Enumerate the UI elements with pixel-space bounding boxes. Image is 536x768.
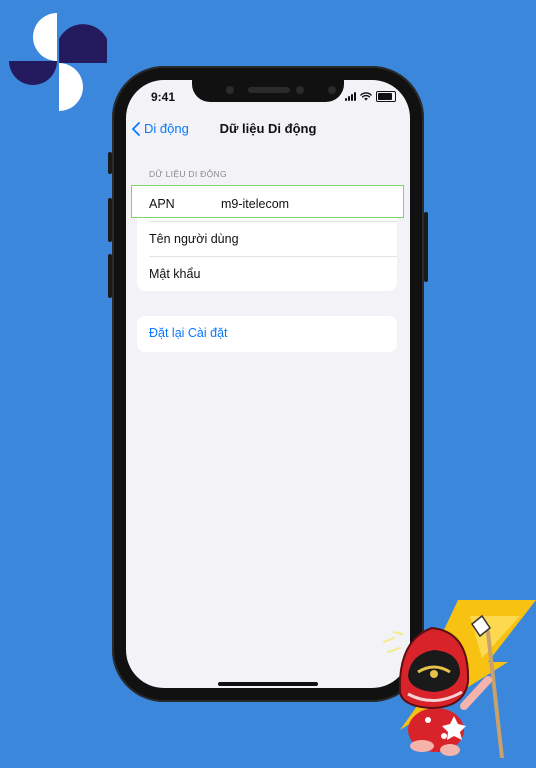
home-indicator[interactable] [218,682,318,686]
wifi-icon [360,92,372,101]
back-label: Di động [144,121,189,136]
password-row[interactable]: Mật khẩu [137,256,397,291]
volume-down-button [108,254,112,298]
status-icons [345,91,396,102]
mute-switch [108,152,112,174]
username-row[interactable]: Tên người dùng [137,221,397,256]
volume-up-button [108,198,112,242]
apn-field[interactable]: m9-itelecom [221,197,289,211]
chevron-left-icon [132,121,140,136]
password-label: Mật khẩu [149,266,201,281]
cellular-data-group: APN m9-itelecom Tên người dùng Mật khẩu [131,185,404,291]
power-button [424,212,428,282]
phone-screen: 9:41 Di động Dữ liệu Di động DỮ LIỆU DI … [126,80,410,688]
notch [192,80,344,102]
username-label: Tên người dùng [149,231,239,246]
mascot-illustration [383,600,536,758]
reset-settings-button[interactable]: Đặt lại Cài đặt [149,326,228,340]
reset-group: Đặt lại Cài đặt [137,316,397,352]
battery-icon [376,91,396,102]
back-button[interactable]: Di động [132,121,189,136]
cellular-signal-icon [345,92,356,101]
section-header: DỮ LIỆU DI ĐỘNG [149,169,227,179]
status-time: 9:41 [151,90,176,104]
brand-logo [9,13,107,111]
apn-row[interactable]: APN m9-itelecom [131,185,404,221]
apn-label: APN [149,196,175,211]
